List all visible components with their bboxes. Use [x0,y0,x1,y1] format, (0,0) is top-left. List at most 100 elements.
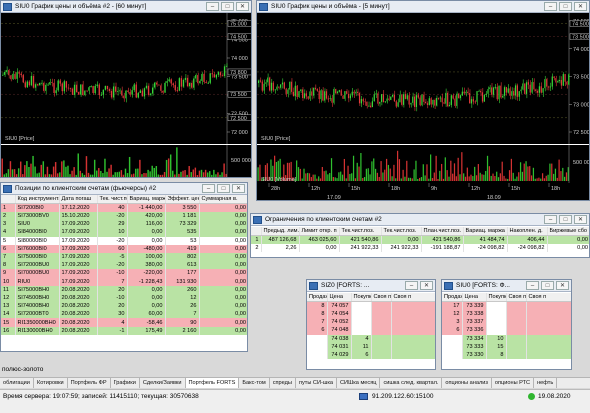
col-pos[interactable]: Тек. чист.поз. [97,195,128,204]
orderbook-table[interactable]: ПродажЦенаПокупкаСвоя п.Своя п1773 33912… [442,293,571,360]
minimize-button[interactable]: – [544,2,557,11]
limits-col[interactable]: Тек.чист.поз. [381,227,422,236]
limits-table[interactable]: Предыд. лим. Лимит откр. п Тек.чист.поз. Те… [251,227,589,253]
volume-chart[interactable]: 500 000SIU0 [Volume] [257,145,589,183]
col-ep[interactable]: Эффект. цена [165,195,200,204]
orderbook-row[interactable]: 12 73 338 [442,310,571,319]
orderbook-row[interactable]: 8 74 054 [307,310,435,319]
limits-col[interactable] [251,227,262,236]
limits-window[interactable]: Ограничения по клиентским счетам #2 – □ ✕ … [250,213,590,258]
orderbook-col[interactable]: Цена [462,293,487,302]
orderbook-row[interactable]: 6 74 048 [307,326,435,335]
limits-col[interactable]: Лимит откр. п [299,227,340,236]
table-row[interactable]: 15 RI1350000BH0 20.08.2020 4 -58,46 90 0,00 [1,318,247,327]
maximize-button[interactable]: □ [559,215,572,224]
orderbook-row[interactable]: 74 029 6 [307,350,435,360]
orderbook-row[interactable]: 17 73 339 [442,301,571,310]
orderbook-row[interactable]: 3 73 337 [442,318,571,327]
table-row[interactable]: 10 RIU0 17.09.2020 7 -1 228,43 131 930 0,00 [1,277,247,286]
tab-2[interactable]: Портфель ФР [68,378,111,388]
table-row[interactable]: 12 SI74500BH0 20.08.2020 -10 0,00 12 0,00 [1,293,247,303]
table-row[interactable]: 8 SI72000BU0 17.09.2020 -20 380,00 613 0,00 [1,261,247,270]
orderbook-col[interactable]: Покупка [486,293,507,302]
col-date[interactable]: Дата погаш [59,195,98,204]
table-row[interactable]: 11 SI75000BH0 20.08.2020 20 0,00 260 0,00 [1,285,247,294]
close-button[interactable]: ✕ [574,2,587,11]
table-row[interactable]: 16 RI130000BH0 20.08.2020 -1 175,49 2 160 0,00 [1,326,247,335]
orderbook-row[interactable]: 7 74 052 [307,318,435,327]
tab-1[interactable]: Котировки [34,378,68,388]
chart-window-5min-titlebar[interactable]: SIU0 График цены и объёма - [5 минут] – □… [257,1,589,13]
col-sum[interactable]: Суммарная в. [199,195,247,204]
table-row[interactable]: 1 487 126,68 463 025,60 421 540,86 0,00 421 5… [251,235,589,244]
orderbook-row[interactable]: 73 334 10 [442,334,571,343]
close-button[interactable]: ✕ [556,281,569,290]
table-row[interactable]: 13 SI74000BH0 20.08.2020 20 0,00 26 0,00 [1,302,247,311]
price-chart[interactable]: 74 50074 00073 50073 00072 50074 50073 5… [257,13,589,144]
orderbook-col[interactable]: Своя п [526,293,571,302]
col-code[interactable]: Код инструмента [15,195,60,204]
table-row[interactable]: 1 SI7200BI0 17.12.2020 40 -1 440,00 3 550 0,00 [1,203,247,212]
tab-0[interactable]: облигации [0,378,34,388]
orderbook-col[interactable]: Своя п. [371,293,392,302]
orderbook-row[interactable]: 74 038 4 [307,334,435,343]
orderbook-table[interactable]: ПродажЦенаПокупкаСвоя п.Своя п874 057874… [307,293,435,360]
orderbook-window-siu0[interactable]: SIU0 [FORTS: Ф... –□✕ ПродажЦенаПокупкаС… [441,279,572,370]
tab-5[interactable]: Портфель FORTS [185,378,240,388]
maximize-button[interactable]: □ [217,184,230,193]
orderbook-col[interactable]: Покупка [351,293,372,302]
tab-4[interactable]: Сделки/Заявки [140,378,186,388]
orderbook-col[interactable]: Своя п. [506,293,527,302]
tab-7[interactable]: спреды [270,378,296,388]
col-num[interactable] [1,195,16,204]
positions-titlebar[interactable]: Позиции по клиентским счетам (фьючерсы) … [1,183,247,195]
positions-table[interactable]: Код инструмента Дата погаш Тек. чист.поз… [1,195,247,335]
table-row[interactable]: 4 SI84000BI0 17.09.2020 10 0,00 535 0,00 [1,228,247,237]
tab-3[interactable]: Графики [111,378,140,388]
orderbook-row[interactable]: 74 031 11 [307,342,435,351]
close-button[interactable]: ✕ [232,184,245,193]
col-vm[interactable]: Вариац. маржа [127,195,166,204]
minimize-button[interactable]: – [206,2,219,11]
tab-6[interactable]: Бакс-том [239,378,270,388]
orderbook-col[interactable]: Своя п [391,293,435,302]
limits-col[interactable]: План.чист.поз. [421,227,464,236]
maximize-button[interactable]: □ [559,2,572,11]
limits-col[interactable]: Тек.чист.поз. [339,227,382,236]
table-row[interactable]: 14 SI72000BT0 20.08.2020 30 60,00 7 0,00 [1,310,247,319]
orderbook-col[interactable]: Продаж [307,293,328,302]
volume-chart[interactable]: 500 000 [1,145,251,177]
close-button[interactable]: ✕ [574,215,587,224]
table-row[interactable]: 2 2,26 0,00 241 922,33 241 922,33 -191 188,87… [251,244,589,253]
minimize-button[interactable]: – [526,281,539,290]
table-row[interactable]: 2 SI73000BV0 15.10.2020 -20 420,00 1 181 0,00 [1,212,247,221]
limits-col[interactable]: Предыд. лим. [261,227,300,236]
close-button[interactable]: ✕ [420,281,433,290]
limits-col[interactable]: Биржевые сбо [547,227,589,236]
table-row[interactable]: 7 SI75000BI0 17.09.2020 -5 100,00 802 0,00 [1,252,247,262]
tab-12[interactable]: опционы РТС [492,378,535,388]
price-chart[interactable]: 75 00074 50074 00073 50073 00072 50072 0… [1,13,251,144]
limits-col[interactable]: Накоплен. д. [507,227,548,236]
orderbook-window-siz0[interactable]: SIZ0 [FORTS: ... –✕ ПродажЦенаПокупкаСво… [306,279,436,370]
close-button[interactable]: ✕ [236,2,249,11]
tab-13[interactable]: нефть [534,378,558,388]
table-row[interactable]: 9 SI70000BU0 17.09.2020 -10 -220,00 177 0,00 [1,269,247,278]
table-row[interactable]: 6 SI76000BI0 17.09.2020 60 -480,00 419 0,00 [1,244,247,253]
chart-window-60min[interactable]: SIU0 График цены и объёма #2 - [60 минут… [0,0,252,178]
limits-col[interactable]: Вариац. маржа [463,227,508,236]
orderbook-row[interactable]: 6 73 336 [442,326,571,335]
orderbook-row[interactable]: 73 333 15 [442,342,571,351]
tab-11[interactable]: опционы анализ [442,378,492,388]
orderbook-row[interactable]: 8 74 057 [307,301,435,310]
orderbook-col[interactable]: Продаж [442,293,463,302]
orderbook-col[interactable]: Цена [327,293,352,302]
maximize-button[interactable]: □ [221,2,234,11]
orderbook-titlebar[interactable]: SIZ0 [FORTS: ... – ✕ [307,280,435,292]
orderbook-row[interactable]: 73 330 8 [442,350,571,360]
table-row[interactable]: 3 SIU0 17.09.2020 29 116,00 73 329 0,00 [1,220,247,229]
positions-window[interactable]: Позиции по клиентским счетам (фьючерсы) … [0,182,248,352]
chart-window-60min-titlebar[interactable]: SIU0 График цены и объёма #2 - [60 минут… [1,1,251,13]
tab-8[interactable]: путы СИ-шка [296,378,338,388]
chart-window-5min[interactable]: SIU0 График цены и объёма - [5 минут] – □… [256,0,590,201]
